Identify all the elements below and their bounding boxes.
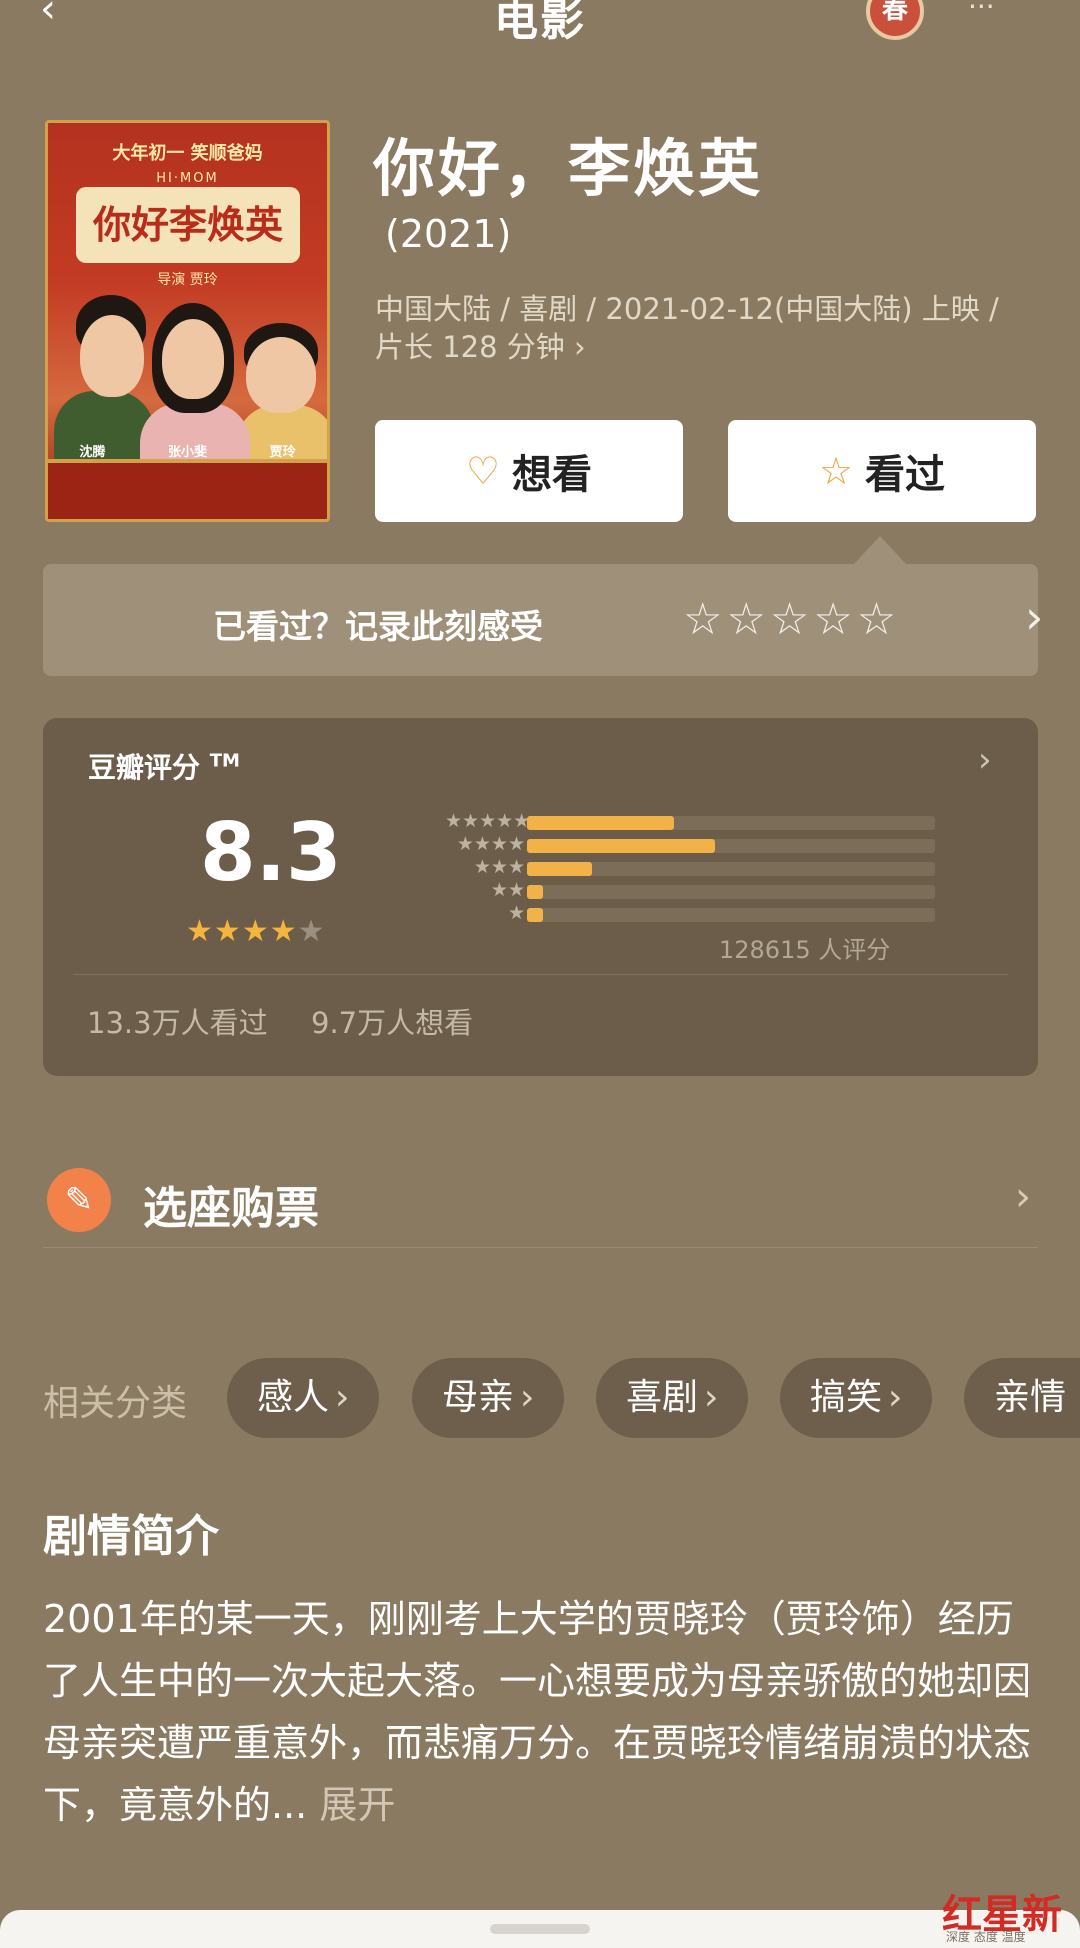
rating-label: 豆瓣评分 TM — [88, 746, 240, 786]
rating-stars-input[interactable]: ☆☆☆☆☆ — [683, 594, 900, 645]
poster-cast: 沈腾 张小斐 贾玲 — [48, 441, 327, 460]
chevron-right-icon: › — [978, 740, 992, 780]
star-filled-icon: ★ — [269, 914, 298, 949]
distribution-row: ★★★ — [363, 856, 943, 881]
movie-year: (2021) — [385, 212, 512, 256]
distribution-bar — [527, 862, 593, 876]
category-chip-label: 感人 — [257, 1377, 330, 1418]
star-empty-icon: ★ — [297, 914, 326, 949]
poster-face-left — [80, 315, 144, 397]
rating-distribution: ★★★★★ ★★★★ ★★★ ★★ ★ — [363, 810, 943, 927]
poster-english-title: HI·MOM — [156, 171, 219, 186]
poster-director: 导演 贾玲 — [157, 272, 218, 288]
category-chip[interactable]: 搞笑 › — [780, 1358, 933, 1438]
poster-face-right — [246, 337, 316, 413]
heart-plus-icon: ♡ — [465, 449, 501, 493]
star-filled-icon: ★ — [186, 914, 214, 949]
record-feeling-text: 已看过？记录此刻感受 — [213, 607, 543, 646]
poster-footer — [48, 459, 327, 519]
ticket-icon: ✎ — [47, 1168, 111, 1232]
distribution-stars: ★★★★★ — [445, 810, 531, 832]
poster-cast-name: 贾玲 — [269, 445, 296, 460]
distribution-row: ★★★★★ — [363, 810, 943, 835]
related-categories-label: 相关分类 — [43, 1383, 188, 1424]
divider — [73, 974, 1008, 975]
category-chip[interactable]: 亲情 — [964, 1358, 1080, 1438]
trademark-mark: TM — [209, 750, 240, 772]
category-chip[interactable]: 感人 › — [227, 1358, 380, 1438]
chevron-right-icon: › — [704, 1377, 719, 1418]
distribution-stars: ★★★ — [473, 856, 525, 878]
more-menu-icon[interactable]: ··· — [968, 0, 995, 23]
chevron-right-icon: › — [1025, 590, 1044, 644]
synopsis-body: 2001年的某一天，刚刚考上大学的贾晓玲（贾玲饰）经历了人生中的一次大起大落。一… — [43, 1597, 1032, 1827]
distribution-track — [527, 885, 935, 899]
expand-link[interactable]: 展开 — [319, 1783, 395, 1827]
chevron-right-icon: › — [1015, 1174, 1031, 1220]
distribution-stars: ★ — [507, 902, 525, 924]
poster-cast-name: 沈腾 — [79, 445, 106, 460]
distribution-stars: ★★★★ — [456, 833, 525, 855]
chevron-right-icon: › — [888, 1377, 903, 1418]
chevron-right-icon: › — [335, 1377, 350, 1418]
distribution-bar — [527, 908, 544, 922]
want-count: 9.7万人想看 — [311, 1006, 474, 1040]
sheet-handle[interactable] — [490, 1924, 590, 1934]
distribution-track — [527, 908, 935, 922]
category-chip-label: 母亲 — [442, 1377, 515, 1418]
distribution-row: ★★ — [363, 879, 943, 904]
want-to-watch-label: 想看 — [512, 452, 593, 498]
category-chip[interactable]: 母亲 › — [412, 1358, 565, 1438]
popover-pointer — [854, 536, 906, 564]
rating-score: 8.3 — [200, 806, 342, 899]
rating-label-text: 豆瓣评分 — [88, 751, 201, 784]
synopsis-text: 2001年的某一天，刚刚考上大学的贾晓玲（贾玲饰）经历了人生中的一次大起大落。一… — [43, 1588, 1033, 1836]
buy-ticket-row[interactable]: ✎ 选座购票 › — [43, 1148, 1038, 1248]
buy-ticket-label: 选座购票 — [143, 1183, 319, 1234]
synopsis-title: 剧情简介 — [43, 1511, 219, 1562]
distribution-bar — [527, 839, 715, 853]
record-feeling-bar[interactable]: 已看过？记录此刻感受 ☆☆☆☆☆ › — [43, 564, 1043, 676]
star-filled-icon: ★ — [213, 914, 242, 949]
movie-meta-link[interactable]: 中国大陆 / 喜剧 / 2021-02-12(中国大陆) 上映 / 片长 128… — [375, 290, 1015, 366]
star-filled-icon: ★ — [241, 914, 270, 949]
watched-count: 13.3万人看过 — [87, 1006, 268, 1040]
category-chip[interactable]: 喜剧 › — [596, 1358, 749, 1438]
distribution-bar — [527, 816, 674, 830]
poster-tagline: 大年初一 笑顺爸妈 — [112, 143, 263, 164]
category-chip-label: 搞笑 — [810, 1377, 883, 1418]
distribution-track — [527, 839, 935, 853]
want-to-watch-button[interactable]: ♡ 想看 — [375, 420, 683, 522]
poster-face-middle — [162, 319, 224, 399]
rating-score-stars: ★★★★★ — [186, 914, 326, 949]
distribution-stars: ★★ — [490, 879, 525, 901]
distribution-track — [527, 862, 935, 876]
top-bar: ‹ 电影 春 ··· — [0, 0, 1080, 60]
watermark-tagline: 深度 态度 温度 — [946, 1930, 1026, 1944]
chevron-right-icon: › — [520, 1377, 535, 1418]
rating-count: 128615 人评分 — [719, 936, 891, 964]
poster-title-art: 你好李焕英 — [76, 187, 300, 263]
star-outline-icon: ☆ — [818, 449, 854, 493]
distribution-track — [527, 816, 935, 830]
douban-rating-card[interactable]: 豆瓣评分 TM › 8.3 ★★★★★ ★★★★★ ★★★★ ★★★ ★★ ★ 1286… — [43, 718, 1038, 1076]
poster-cast-name: 张小斐 — [167, 445, 207, 460]
distribution-row: ★★★★ — [363, 833, 943, 858]
category-chip-label: 亲情 — [994, 1377, 1067, 1418]
movie-title: 你好，李焕英 — [373, 132, 764, 205]
movie-poster[interactable]: 大年初一 笑顺爸妈 HI·MOM 你好李焕英 导演 贾玲 沈腾 张小斐 贾玲 — [45, 120, 330, 522]
distribution-bar — [527, 885, 544, 899]
watched-button[interactable]: ☆ 看过 — [728, 420, 1036, 522]
category-chip-label: 喜剧 — [626, 1377, 699, 1418]
watched-label: 看过 — [865, 452, 946, 498]
distribution-row: ★ — [363, 902, 943, 927]
